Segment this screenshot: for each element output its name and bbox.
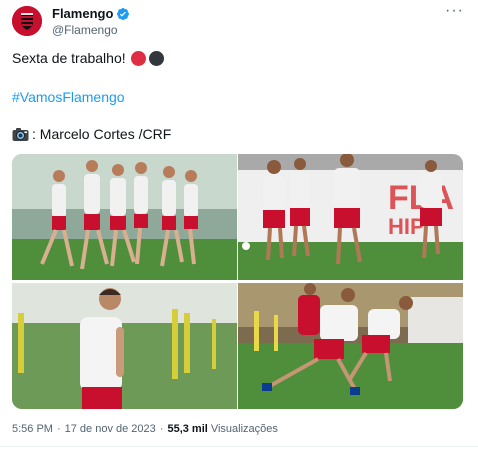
photo-2[interactable]: FLA HIP bbox=[238, 154, 463, 280]
photo-credit-line: : Marcelo Cortes /CRF bbox=[12, 126, 171, 142]
meta-separator: · bbox=[159, 423, 164, 435]
flamengo-crest-icon[interactable] bbox=[12, 6, 42, 36]
photo-3[interactable] bbox=[12, 283, 237, 409]
black-circle-emoji-icon bbox=[148, 50, 164, 66]
tweet-time[interactable]: 5:56 PM bbox=[12, 423, 53, 435]
tweet-date[interactable]: 17 de nov de 2023 bbox=[65, 423, 156, 435]
svg-text:HIP: HIP bbox=[388, 214, 425, 239]
tweet-text: Sexta de trabalho! bbox=[12, 50, 126, 66]
views-label[interactable]: Visualizações bbox=[211, 423, 278, 435]
author-name[interactable]: Flamengo bbox=[52, 6, 113, 21]
views-count[interactable]: 55,3 mil bbox=[167, 423, 207, 435]
photo-4[interactable] bbox=[238, 283, 463, 409]
verified-badge-icon[interactable] bbox=[116, 7, 130, 21]
author-handle[interactable]: @Flamengo bbox=[52, 23, 118, 37]
more-options-button[interactable]: ··· bbox=[445, 3, 464, 19]
photo-credit-text: : Marcelo Cortes /CRF bbox=[32, 126, 172, 142]
camera-icon bbox=[12, 127, 29, 142]
photo-1[interactable] bbox=[12, 154, 237, 280]
tweet-meta: 5:56 PM · 17 de nov de 2023 · 55,3 mil V… bbox=[12, 423, 278, 435]
meta-separator: · bbox=[56, 423, 61, 435]
media-grid: FLA HIP bbox=[12, 154, 463, 409]
tweet-card[interactable]: Flamengo @Flamengo ··· Sexta de trabalho… bbox=[0, 0, 478, 451]
tweet-text-line: Sexta de trabalho! bbox=[12, 50, 164, 66]
hashtag-link[interactable]: #VamosFlamengo bbox=[12, 89, 125, 105]
divider bbox=[0, 446, 478, 447]
red-circle-emoji-icon bbox=[130, 50, 146, 66]
